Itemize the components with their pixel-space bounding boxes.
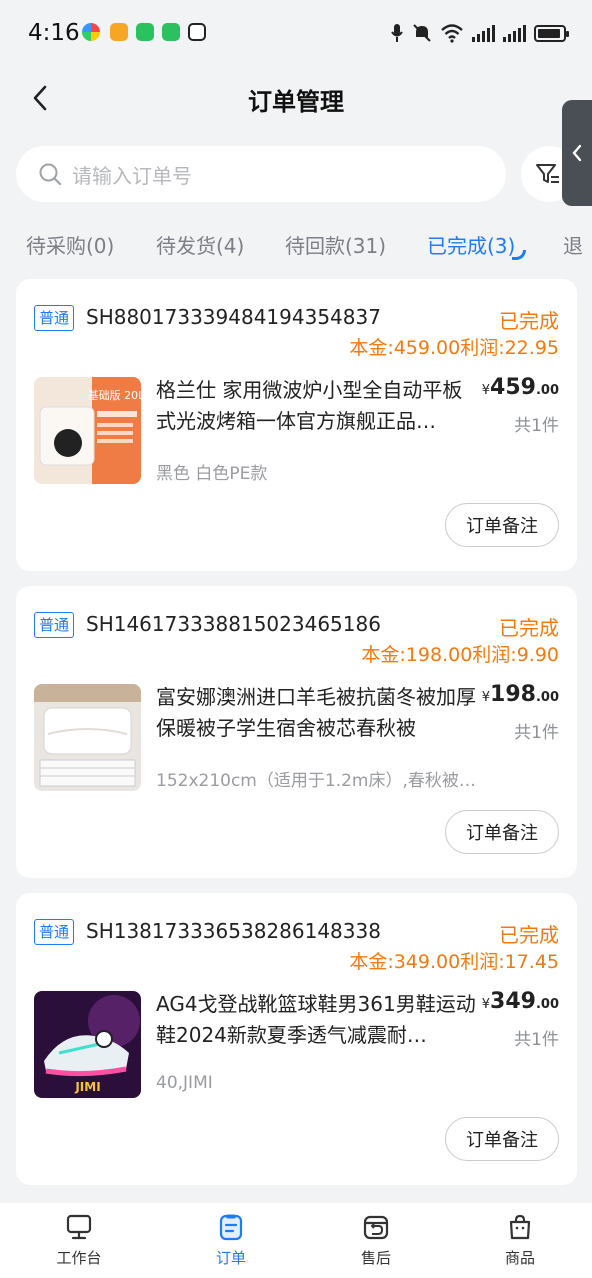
wechat-icon <box>136 23 154 41</box>
product-price: ¥349.00 <box>481 989 559 1014</box>
bottom-nav-goods[interactable]: 商品 <box>465 1213 575 1268</box>
bottom-nav-orders[interactable]: 订单 <box>176 1213 286 1268</box>
bottom-nav-workbench[interactable]: 工作台 <box>24 1213 134 1268</box>
side-drawer-toggle[interactable] <box>562 100 592 206</box>
order-status-tabs: 待采购(0) 待发货(4) 待回款(31) 已完成(3) 退 <box>0 220 592 270</box>
bottom-nav-label: 订单 <box>215 1249 246 1267</box>
nfc-icon <box>188 23 206 41</box>
microwave-image: 基础版 20L <box>34 377 141 484</box>
app-notification-icon <box>82 23 100 41</box>
item-count: 共1件 <box>514 723 559 743</box>
bottom-nav-label: 售后 <box>360 1249 391 1267</box>
microphone-icon <box>391 24 403 42</box>
filter-icon <box>536 164 559 183</box>
sneaker-image: JIMI <box>34 991 141 1098</box>
order-note-button[interactable]: 订单备注 <box>445 1117 559 1161</box>
status-bar: 4:16 <box>0 0 592 66</box>
mute-icon <box>413 24 431 42</box>
tab-refund[interactable]: 退 <box>563 230 583 259</box>
order-card[interactable]: 普通 SH146173338815023465186 已完成 本金:198.00… <box>16 586 577 878</box>
order-note-button[interactable]: 订单备注 <box>445 810 559 854</box>
order-type-tag: 普通 <box>34 305 75 331</box>
page-title: 订单管理 <box>248 88 344 116</box>
order-status: 已完成 <box>499 616 559 640</box>
order-type-tag: 普通 <box>34 919 75 945</box>
order-number: SH138173336538286148338 <box>86 919 381 943</box>
order-status: 已完成 <box>499 309 559 333</box>
order-icon <box>219 1214 243 1241</box>
search-icon <box>39 163 62 186</box>
weibo-icon <box>110 23 128 41</box>
thumbnail-caption: JIMI <box>74 1080 100 1094</box>
status-time: 4:16 <box>28 20 80 46</box>
chevron-left-icon <box>572 144 582 162</box>
tab-completed[interactable]: 已完成(3) <box>427 230 515 259</box>
item-count: 共1件 <box>514 416 559 436</box>
bottom-nav: 工作台 订单 售后 商品 <box>0 1203 592 1278</box>
product-thumbnail[interactable] <box>34 684 141 791</box>
product-spec: 40,JIMI <box>156 1073 213 1093</box>
order-money: 本金:198.00利润:9.90 <box>361 644 559 666</box>
item-count: 共1件 <box>514 1030 559 1050</box>
status-indicators <box>390 18 569 48</box>
product-name[interactable]: AG4戈登战靴篮球鞋男361男鞋运动鞋2024新款夏季透气减震耐… <box>156 989 481 1051</box>
after-sales-icon <box>363 1215 389 1240</box>
tab-pending-purchase[interactable]: 待采购(0) <box>26 230 114 259</box>
product-name[interactable]: 富安娜澳洲进口羊毛被抗菌冬被加厚保暖被子学生宿舍被芯春秋被 <box>156 682 481 744</box>
signal-icon <box>472 24 495 42</box>
product-spec: 152x210cm（适用于1.2m床）,春秋被… <box>156 771 476 791</box>
product-name[interactable]: 格兰仕 家用微波炉小型全自动平板式光波烤箱一体官方旗舰正品… <box>156 375 481 437</box>
wechat-icon <box>162 23 180 41</box>
product-price: ¥198.00 <box>481 682 559 707</box>
tab-active-indicator <box>512 250 526 260</box>
signal-icon <box>503 24 526 42</box>
bottom-nav-label: 商品 <box>504 1249 535 1267</box>
battery-icon <box>534 24 569 42</box>
bottom-nav-after-sales[interactable]: 售后 <box>321 1213 431 1268</box>
tab-pending-shipment[interactable]: 待发货(4) <box>156 230 244 259</box>
order-card[interactable]: 普通 SH138173336538286148338 已完成 本金:349.00… <box>16 893 577 1185</box>
search-input[interactable]: 请输入订单号 <box>16 146 506 202</box>
wifi-icon <box>441 24 463 43</box>
order-money: 本金:349.00利润:17.45 <box>349 951 559 973</box>
order-money: 本金:459.00利润:22.95 <box>349 337 559 359</box>
order-number: SH146173338815023465186 <box>86 612 381 636</box>
thumbnail-caption: 基础版 20L <box>88 388 141 402</box>
tab-pending-payment[interactable]: 待回款(31) <box>285 230 386 259</box>
quilt-image <box>34 684 141 791</box>
order-status: 已完成 <box>499 923 559 947</box>
order-card[interactable]: 普通 SH880173339484194354837 已完成 本金:459.00… <box>16 279 577 571</box>
order-type-tag: 普通 <box>34 612 75 638</box>
goods-icon <box>509 1214 531 1240</box>
order-note-button[interactable]: 订单备注 <box>445 503 559 547</box>
product-thumbnail[interactable]: 基础版 20L <box>34 377 141 484</box>
product-price: ¥459.00 <box>481 375 559 400</box>
search-placeholder: 请输入订单号 <box>72 163 192 188</box>
nav-bar: 订单管理 <box>0 66 592 132</box>
product-spec: 黑色 白色PE款 <box>156 464 268 484</box>
order-number: SH880173339484194354837 <box>86 305 381 329</box>
product-thumbnail[interactable]: JIMI <box>34 991 141 1098</box>
bottom-nav-label: 工作台 <box>56 1249 102 1267</box>
workbench-icon <box>66 1214 92 1240</box>
